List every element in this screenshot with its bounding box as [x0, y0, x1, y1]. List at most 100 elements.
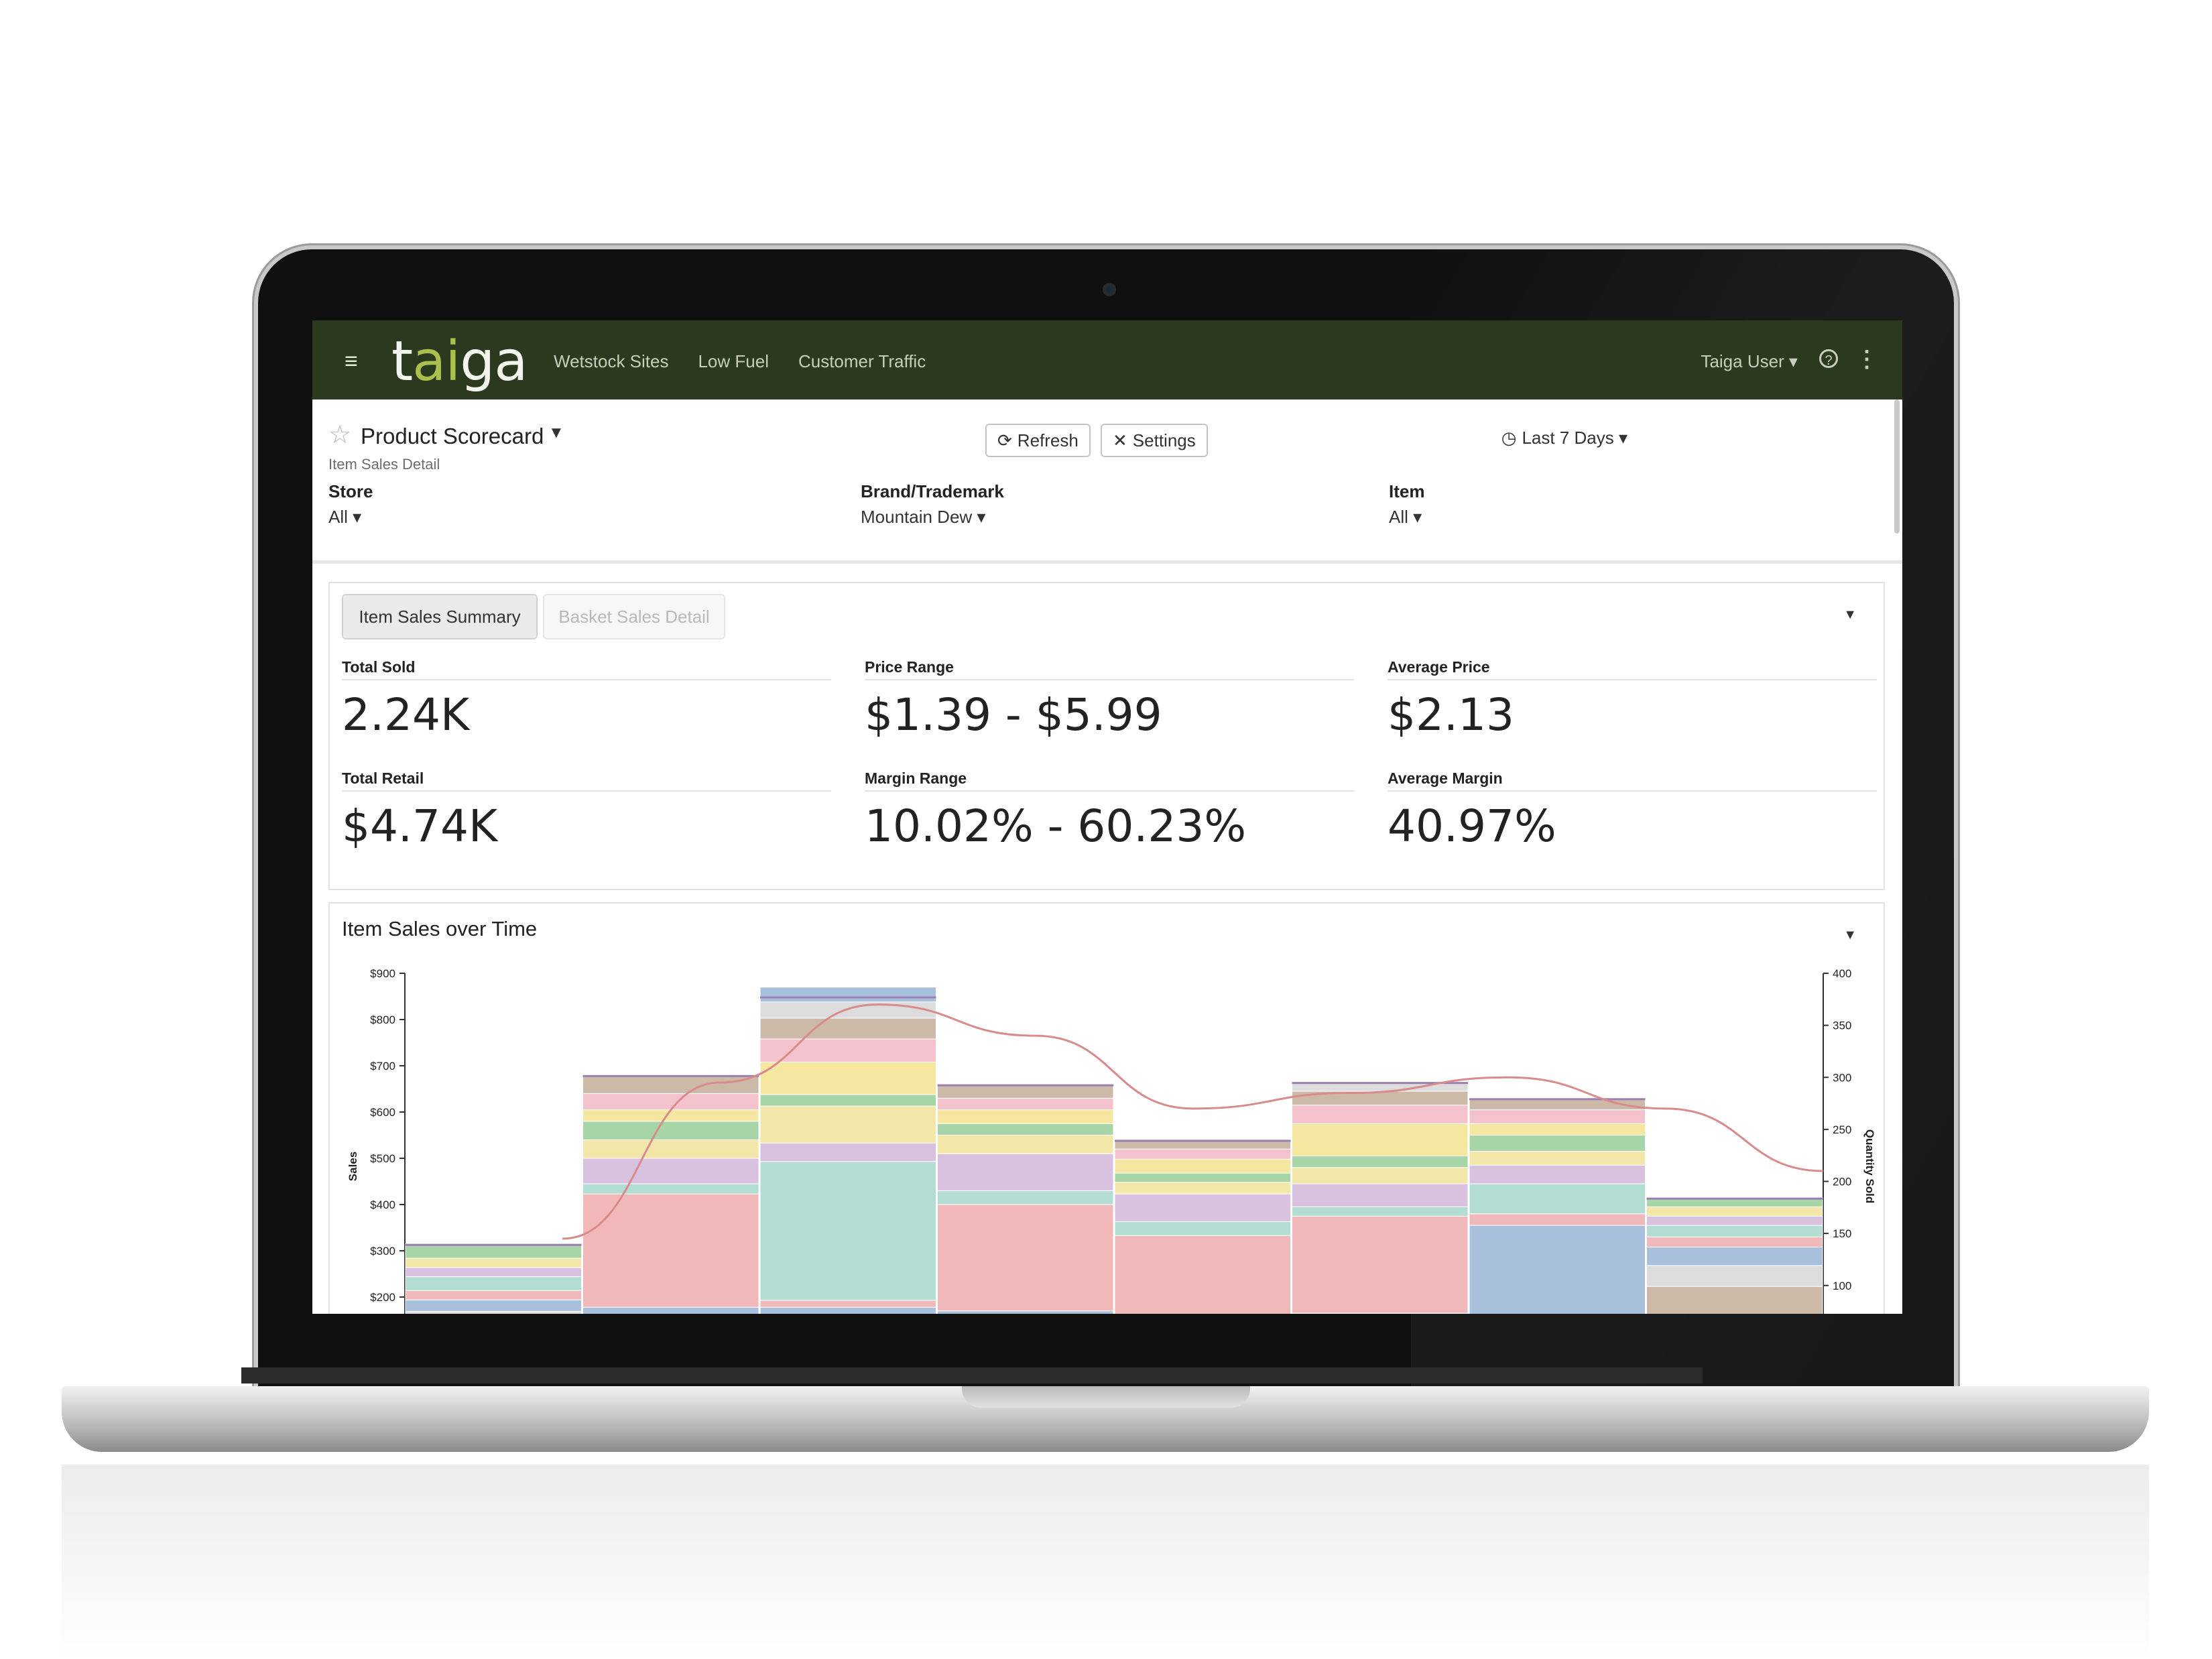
bar-segment: [582, 1139, 759, 1159]
more-menu-icon[interactable]: ⋮: [1855, 346, 1878, 373]
y2-axis-label: Quantity Sold: [1863, 1129, 1876, 1204]
bar-segment: [1292, 1105, 1469, 1124]
y-tick-label: $800: [370, 1013, 395, 1026]
top-navbar: ≡ taiga Wetstock Sites Low Fuel Customer…: [312, 320, 1902, 400]
bar-segment: [759, 1001, 936, 1019]
favorite-star-icon[interactable]: ☆: [328, 420, 351, 450]
base-notch: [962, 1386, 1250, 1408]
logo-pre: t: [391, 330, 413, 393]
taiga-logo[interactable]: taiga: [391, 330, 528, 393]
filter-brand-dropdown[interactable]: Mountain Dew ▾: [861, 507, 985, 528]
page-scrollbar[interactable]: [1894, 400, 1900, 534]
metric-total-retail-label: Total Retail: [342, 770, 831, 792]
bar-segment: [1469, 1135, 1646, 1152]
y-tick-label: $400: [370, 1199, 395, 1211]
metric-total-retail-value: $4.74K: [342, 800, 498, 852]
bar-segment: [759, 1142, 936, 1162]
y-tick-label: $600: [370, 1106, 395, 1119]
chart-panel: Item Sales over Time ▼ $100$200$300$400$…: [328, 902, 1885, 1314]
bar-segment: [1114, 1235, 1291, 1314]
y-tick-label: $900: [370, 967, 395, 980]
bar-segment: [759, 1061, 936, 1095]
metric-margin-range-label: Margin Range: [865, 770, 1354, 792]
bar-top: [1646, 1197, 1823, 1200]
bar-segment: [759, 1038, 936, 1062]
bar-segment: [1646, 1246, 1823, 1266]
page-header: ☆ Product Scorecard ▼ Item Sales Detail …: [312, 400, 1902, 564]
app-screen: ≡ taiga Wetstock Sites Low Fuel Customer…: [312, 320, 1902, 1314]
bar-segment: [1292, 1167, 1469, 1184]
tab-item-sales-summary[interactable]: Item Sales Summary: [342, 594, 538, 639]
y2-tick-label: 400: [1833, 967, 1851, 980]
main-nav: Wetstock Sites Low Fuel Customer Traffic: [554, 351, 926, 372]
page-title[interactable]: Product Scorecard: [361, 424, 544, 449]
bar-segment: [1114, 1148, 1291, 1160]
refresh-button[interactable]: ⟳ Refresh: [985, 424, 1091, 457]
nav-low-fuel[interactable]: Low Fuel: [698, 351, 769, 372]
help-icon[interactable]: ?: [1819, 349, 1838, 368]
bar-segment: [759, 1094, 936, 1107]
bar-segment: [405, 1290, 582, 1300]
bar-segment: [937, 1310, 1114, 1314]
webcam: [1103, 283, 1116, 296]
filter-item-label: Item: [1389, 481, 1425, 501]
logo-post: ga: [460, 330, 528, 393]
bar-segment: [937, 1123, 1114, 1135]
bar-segment: [1646, 1215, 1823, 1226]
bar-segment: [1292, 1183, 1469, 1207]
title-dropdown-icon[interactable]: ▼: [548, 424, 564, 442]
refresh-icon: ⟳: [997, 430, 1012, 450]
date-range-selector[interactable]: ◷ Last 7 Days ▾: [1501, 428, 1627, 448]
y-axis-label: Sales: [347, 1152, 359, 1181]
bar-segment: [405, 1310, 582, 1314]
metric-price-range-value: $1.39 - $5.99: [865, 689, 1162, 741]
filter-item-dropdown[interactable]: All ▾: [1389, 507, 1422, 528]
summary-panel: Item Sales Summary Basket Sales Detail ▼…: [328, 582, 1885, 890]
metric-total-sold-label: Total Sold: [342, 658, 831, 680]
filter-store-dropdown[interactable]: All ▾: [328, 507, 361, 528]
hamburger-menu-icon[interactable]: ≡: [345, 349, 358, 375]
bar-segment: [1114, 1182, 1291, 1194]
bar-segment: [759, 1306, 936, 1314]
metric-margin-range-value: 10.02% - 60.23%: [865, 800, 1247, 852]
sales-chart: $100$200$300$400$500$600$700$800$9005010…: [347, 967, 1876, 1314]
metric-average-margin-label: Average Margin: [1388, 770, 1877, 792]
y2-tick-label: 150: [1833, 1227, 1851, 1240]
y-tick-label: $300: [370, 1245, 395, 1257]
bar-segment: [1646, 1236, 1823, 1247]
nav-wetstock-sites[interactable]: Wetstock Sites: [554, 351, 668, 372]
date-range-label: Last 7 Days ▾: [1522, 428, 1627, 448]
settings-button[interactable]: ✕ Settings: [1101, 424, 1208, 457]
bar-segment: [582, 1306, 759, 1314]
bar-segment: [1646, 1265, 1823, 1287]
bar-segment: [1469, 1109, 1646, 1124]
bar-segment: [1469, 1213, 1646, 1226]
bar-top: [760, 996, 936, 999]
bar-segment: [405, 1299, 582, 1312]
bar-segment: [1292, 1123, 1469, 1157]
bar-top: [1469, 1098, 1646, 1101]
bar-segment: [1292, 1156, 1469, 1168]
bar-segment: [405, 1243, 582, 1259]
bar-segment: [1114, 1193, 1291, 1223]
bar-top: [582, 1074, 759, 1077]
logo-accent: ai: [412, 330, 460, 393]
y-tick-label: $700: [370, 1060, 395, 1072]
refresh-label: Refresh: [1017, 430, 1079, 450]
user-menu[interactable]: Taiga User ▾: [1701, 351, 1798, 372]
bar-segment: [937, 1109, 1114, 1124]
y2-tick-label: 200: [1833, 1176, 1851, 1188]
metric-average-margin-value: 40.97%: [1388, 800, 1556, 852]
bar-segment: [405, 1267, 582, 1278]
settings-tools-icon: ✕: [1113, 430, 1127, 450]
bar-segment: [582, 1193, 759, 1308]
bar-segment: [1292, 1215, 1469, 1314]
y2-tick-label: 300: [1833, 1071, 1851, 1084]
filter-brand-label: Brand/Trademark: [861, 481, 1004, 501]
tab-basket-sales-detail[interactable]: Basket Sales Detail: [543, 594, 725, 639]
nav-customer-traffic[interactable]: Customer Traffic: [798, 351, 926, 372]
bar-top: [1115, 1140, 1291, 1142]
bar-segment: [1114, 1158, 1291, 1174]
summary-panel-caret-icon[interactable]: ▼: [1843, 607, 1857, 623]
bar-segment: [1469, 1183, 1646, 1215]
